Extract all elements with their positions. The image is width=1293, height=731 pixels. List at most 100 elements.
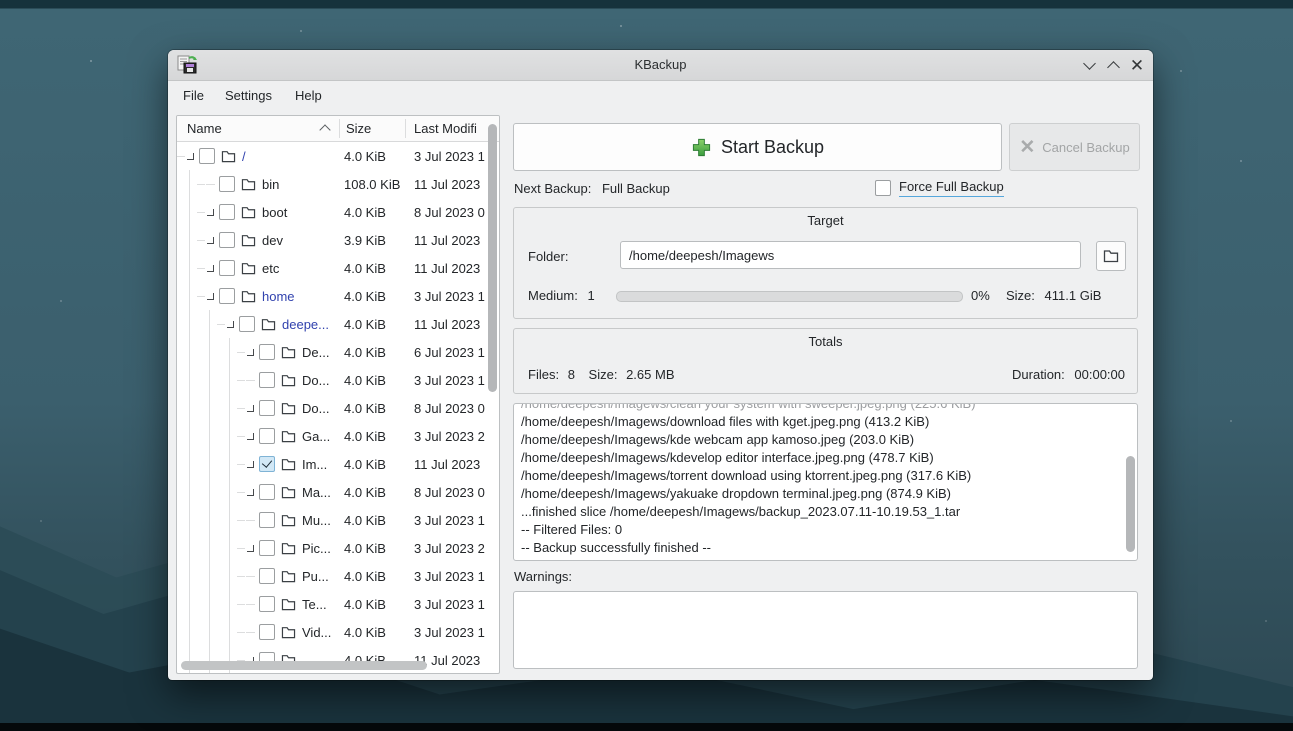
tree-row[interactable]: boot 4.0 KiB 8 Jul 2023 0 xyxy=(177,198,499,226)
tree-guide-line xyxy=(181,562,201,590)
tree-row[interactable]: home 4.0 KiB 3 Jul 2023 1 xyxy=(177,282,499,310)
folder-name: Pic... xyxy=(302,541,331,556)
target-groupbox: Target Folder: Medium: 1 0% Size: 411.1 … xyxy=(513,207,1138,319)
row-size: 108.0 KiB xyxy=(344,177,400,192)
row-checkbox[interactable] xyxy=(219,232,235,248)
menu-help[interactable]: Help xyxy=(291,86,326,105)
row-checkbox[interactable] xyxy=(219,288,235,304)
log-line: /home/deepesh/Imagews/yakuake dropdown t… xyxy=(521,485,1121,503)
expander-icon[interactable] xyxy=(241,534,259,562)
row-checkbox[interactable] xyxy=(259,512,275,528)
expander-icon[interactable] xyxy=(241,590,259,618)
tree-guide-line xyxy=(181,478,201,506)
row-checkbox[interactable] xyxy=(259,540,275,556)
tree-row[interactable]: / 4.0 KiB 3 Jul 2023 1 xyxy=(177,142,499,170)
warnings-label: Warnings: xyxy=(514,569,572,584)
minimize-button[interactable] xyxy=(1079,56,1099,74)
folder-icon xyxy=(281,402,296,415)
expander-icon[interactable] xyxy=(241,422,259,450)
tree-guide-line xyxy=(201,422,221,450)
tree-guide-line xyxy=(181,590,201,618)
medium-value: 1 xyxy=(587,288,594,303)
row-checkbox[interactable] xyxy=(239,316,255,332)
tree-row[interactable]: Do... 4.0 KiB 3 Jul 2023 1 xyxy=(177,366,499,394)
column-header-size[interactable]: Size xyxy=(346,121,371,136)
titlebar[interactable]: KBackup ✕ xyxy=(168,50,1153,81)
menu-settings[interactable]: Settings xyxy=(221,86,276,105)
tree-row[interactable]: dev 3.9 KiB 11 Jul 2023 xyxy=(177,226,499,254)
tree-vertical-scrollbar[interactable] xyxy=(488,124,497,392)
tree-row[interactable]: Do... 4.0 KiB 8 Jul 2023 0 xyxy=(177,394,499,422)
row-checkbox[interactable] xyxy=(259,344,275,360)
tree-guide-line xyxy=(201,450,221,478)
row-modified: 3 Jul 2023 1 xyxy=(414,597,485,612)
expander-icon[interactable] xyxy=(201,282,219,310)
expander-icon[interactable] xyxy=(241,338,259,366)
row-size: 4.0 KiB xyxy=(344,485,386,500)
tree-row[interactable]: Pu... 4.0 KiB 3 Jul 2023 1 xyxy=(177,562,499,590)
tree-row[interactable]: Ma... 4.0 KiB 8 Jul 2023 0 xyxy=(177,478,499,506)
tree-row[interactable]: Mu... 4.0 KiB 3 Jul 2023 1 xyxy=(177,506,499,534)
folder-icon xyxy=(241,206,256,219)
column-divider[interactable] xyxy=(405,119,406,138)
expander-icon[interactable] xyxy=(241,506,259,534)
folder-icon xyxy=(281,346,296,359)
tree-row[interactable]: Te... 4.0 KiB 3 Jul 2023 1 xyxy=(177,590,499,618)
row-checkbox[interactable] xyxy=(259,372,275,388)
expander-icon[interactable] xyxy=(241,478,259,506)
row-checkbox[interactable] xyxy=(259,400,275,416)
row-checkbox[interactable] xyxy=(199,148,215,164)
tree-row[interactable]: Vid... 4.0 KiB 3 Jul 2023 1 xyxy=(177,618,499,646)
force-full-backup-checkbox[interactable]: Force Full Backup xyxy=(875,179,1004,197)
cancel-backup-button[interactable]: ✕ Cancel Backup xyxy=(1009,123,1140,171)
folder-name: Pu... xyxy=(302,569,329,584)
row-checkbox[interactable] xyxy=(219,260,235,276)
tree-horizontal-scrollbar[interactable] xyxy=(181,661,427,670)
expander-icon[interactable] xyxy=(241,618,259,646)
indent xyxy=(177,618,241,646)
expander-icon[interactable] xyxy=(201,226,219,254)
expander-icon[interactable] xyxy=(241,394,259,422)
row-checkbox[interactable] xyxy=(259,428,275,444)
tree-row[interactable]: Ga... 4.0 KiB 3 Jul 2023 2 xyxy=(177,422,499,450)
expander-icon[interactable] xyxy=(221,310,239,338)
indent xyxy=(177,478,241,506)
tree-guide-line xyxy=(201,394,221,422)
tree-row[interactable]: Pic... 4.0 KiB 3 Jul 2023 2 xyxy=(177,534,499,562)
expander-icon[interactable] xyxy=(241,562,259,590)
maximize-button[interactable] xyxy=(1103,56,1123,74)
row-checkbox[interactable] xyxy=(259,484,275,500)
tree-row[interactable]: etc 4.0 KiB 11 Jul 2023 xyxy=(177,254,499,282)
row-checkbox[interactable] xyxy=(219,204,235,220)
row-checkbox[interactable] xyxy=(259,624,275,640)
row-modified: 3 Jul 2023 1 xyxy=(414,289,485,304)
target-folder-input[interactable] xyxy=(620,241,1081,269)
expander-icon[interactable] xyxy=(181,142,199,170)
expander-icon[interactable] xyxy=(201,198,219,226)
close-button[interactable]: ✕ xyxy=(1127,56,1147,74)
row-checkbox[interactable] xyxy=(259,568,275,584)
row-checkbox[interactable] xyxy=(259,596,275,612)
column-header-name[interactable]: Name xyxy=(187,121,222,136)
tree-row[interactable]: deepe... 4.0 KiB 11 Jul 2023 xyxy=(177,310,499,338)
row-checkbox[interactable] xyxy=(219,176,235,192)
column-divider[interactable] xyxy=(339,119,340,138)
menu-file[interactable]: File xyxy=(179,86,208,105)
tree-row[interactable]: Im... 4.0 KiB 11 Jul 2023 xyxy=(177,450,499,478)
warnings-textarea[interactable] xyxy=(513,591,1138,669)
force-full-backup-label: Force Full Backup xyxy=(899,179,1004,197)
medium-label: Medium: xyxy=(528,288,578,303)
checkbox[interactable] xyxy=(875,180,891,196)
expander-icon[interactable] xyxy=(201,254,219,282)
column-header-modified[interactable]: Last Modifi xyxy=(414,121,477,136)
row-checkbox[interactable] xyxy=(259,456,275,472)
expander-icon[interactable] xyxy=(201,170,219,198)
start-backup-button[interactable]: Start Backup xyxy=(513,123,1002,171)
log-vertical-scrollbar[interactable] xyxy=(1126,456,1135,552)
browse-folder-button[interactable] xyxy=(1096,241,1126,271)
expander-icon[interactable] xyxy=(241,450,259,478)
tree-row[interactable]: bin 108.0 KiB 11 Jul 2023 xyxy=(177,170,499,198)
expander-icon[interactable] xyxy=(241,366,259,394)
tree-row[interactable]: De... 4.0 KiB 6 Jul 2023 1 xyxy=(177,338,499,366)
sort-ascending-icon xyxy=(319,124,330,135)
